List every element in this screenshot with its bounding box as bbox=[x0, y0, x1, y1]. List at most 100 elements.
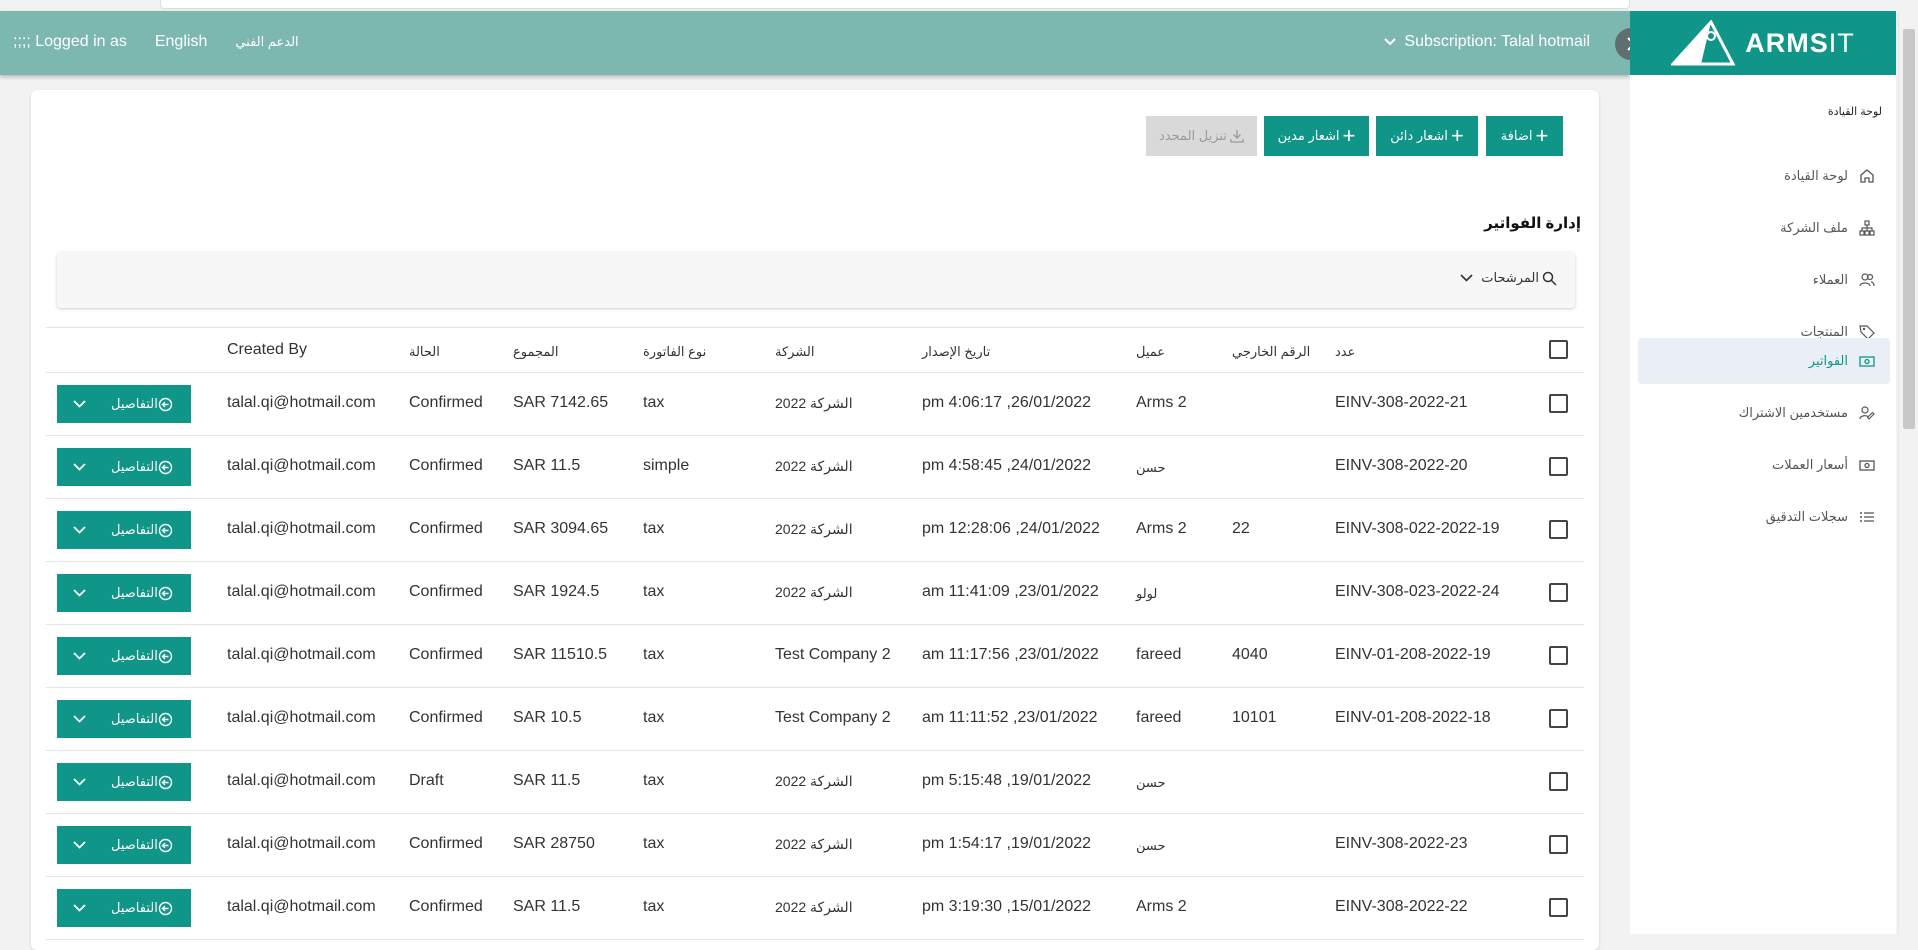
cell-issue-date: am 11:17:56 ,23/01/2022 bbox=[922, 646, 1099, 663]
arrow-circle-icon bbox=[158, 586, 173, 600]
details-button[interactable]: التفاصيل bbox=[57, 637, 191, 675]
details-button[interactable]: التفاصيل bbox=[57, 511, 191, 549]
cell-customer: Arms 2 bbox=[1136, 394, 1187, 411]
scrollbar-thumb[interactable] bbox=[1903, 29, 1915, 429]
subscription-label: Subscription: Talal hotmail bbox=[1404, 33, 1590, 50]
col-company[interactable]: الشركة bbox=[775, 344, 815, 360]
sidebar-item-label: لوحة القيادة bbox=[1784, 168, 1848, 183]
cell-issue-date: am 11:41:09 ,23/01/2022 bbox=[922, 583, 1099, 600]
col-external-no[interactable]: الرقم الخارجي bbox=[1232, 344, 1310, 360]
table-row: EINV-01-208-2022-18 10101 fareed am 11:11:5… bbox=[46, 688, 1584, 751]
col-issue-date[interactable]: تاريخ الإصدار bbox=[922, 344, 990, 360]
header-left: ;;;; Logged in as English الدعم الفني bbox=[13, 33, 327, 51]
cell-type: tax bbox=[643, 646, 665, 663]
sidebar-item-dashboard[interactable]: لوحة القيادة bbox=[1638, 153, 1890, 199]
col-created-by[interactable]: Created By bbox=[227, 341, 307, 359]
browser-strip bbox=[0, 0, 1918, 11]
sidebar-item-company[interactable]: ملف الشركة bbox=[1638, 205, 1890, 251]
details-label: التفاصيل bbox=[111, 774, 158, 789]
col-invoice-type[interactable]: نوع الفاتورة bbox=[643, 344, 706, 360]
row-checkbox[interactable] bbox=[1549, 394, 1568, 413]
row-checkbox[interactable] bbox=[1549, 835, 1568, 854]
cell-status: Confirmed bbox=[409, 646, 483, 663]
col-total[interactable]: المجموع bbox=[513, 344, 558, 360]
row-checkbox[interactable] bbox=[1549, 457, 1568, 476]
row-checkbox[interactable] bbox=[1549, 646, 1568, 665]
cell-customer: fareed bbox=[1136, 646, 1182, 663]
language-switch[interactable]: English bbox=[155, 33, 207, 51]
cell-number: EINV-308-022-2022-19 bbox=[1335, 520, 1500, 537]
cell-external-no: 10101 bbox=[1232, 709, 1277, 726]
cell-company: الشركة 2022 bbox=[775, 773, 853, 789]
arrow-circle-icon bbox=[158, 901, 173, 915]
chevron-down-icon[interactable] bbox=[57, 526, 101, 534]
debit-note-label: اشعار مدين bbox=[1277, 128, 1340, 143]
details-button[interactable]: التفاصيل bbox=[57, 574, 191, 612]
cell-status: Confirmed bbox=[409, 709, 483, 726]
table-row: EINV-01-208-2022-19 4040 fareed am 11:17:56… bbox=[46, 625, 1584, 688]
chevron-down-icon[interactable] bbox=[57, 715, 101, 723]
page-scrollbar[interactable] bbox=[1898, 11, 1918, 934]
chevron-down-icon[interactable] bbox=[57, 463, 101, 471]
cell-created-by: talal.qi@hotmail.com bbox=[227, 520, 376, 537]
debit-note-button[interactable]: اشعار مدين + bbox=[1264, 116, 1369, 156]
add-invoice-button[interactable]: اضافة + bbox=[1486, 116, 1563, 156]
brand-logo[interactable]: ARMSIT bbox=[1630, 11, 1896, 75]
details-button[interactable]: التفاصيل bbox=[57, 763, 191, 801]
select-all-checkbox[interactable] bbox=[1549, 340, 1568, 359]
cell-status: Confirmed bbox=[409, 835, 483, 852]
money-icon bbox=[1858, 456, 1876, 474]
cell-type: tax bbox=[643, 835, 665, 852]
chevron-down-icon[interactable] bbox=[57, 400, 101, 408]
cell-company: الشركة 2022 bbox=[775, 836, 853, 852]
col-status[interactable]: الحالة bbox=[409, 344, 440, 360]
details-button[interactable]: التفاصيل bbox=[57, 448, 191, 486]
cell-number: EINV-01-208-2022-19 bbox=[1335, 646, 1491, 663]
chevron-down-icon[interactable] bbox=[57, 841, 101, 849]
cell-issue-date: pm 5:15:48 ,19/01/2022 bbox=[922, 772, 1092, 789]
download-selected-button[interactable]: تنزيل المحدد bbox=[1146, 116, 1257, 156]
logged-in-label[interactable]: ;;;; Logged in as bbox=[13, 33, 127, 51]
col-customer[interactable]: عميل bbox=[1136, 344, 1165, 360]
arrow-circle-icon bbox=[158, 712, 173, 726]
chevron-down-icon[interactable] bbox=[57, 589, 101, 597]
sidebar-item-audit-logs[interactable]: سجلات التدقيق bbox=[1638, 494, 1890, 540]
subscription-dropdown[interactable]: Subscription: Talal hotmail bbox=[1384, 33, 1590, 51]
chevron-down-icon[interactable] bbox=[57, 778, 101, 786]
row-checkbox[interactable] bbox=[1549, 709, 1568, 728]
cell-created-by: talal.qi@hotmail.com bbox=[227, 457, 376, 474]
money-icon bbox=[1858, 352, 1876, 370]
credit-note-button[interactable]: اشعار دائن + bbox=[1376, 116, 1478, 156]
sidebar-item-label: العملاء bbox=[1812, 272, 1848, 287]
col-number[interactable]: عدد bbox=[1335, 344, 1355, 360]
sidebar-item-customers[interactable]: العملاء bbox=[1638, 257, 1890, 303]
details-button[interactable]: التفاصيل bbox=[57, 826, 191, 864]
cell-created-by: talal.qi@hotmail.com bbox=[227, 646, 376, 663]
filters-panel: المرشحات bbox=[57, 252, 1575, 308]
row-checkbox[interactable] bbox=[1549, 898, 1568, 917]
cell-external-no: 22 bbox=[1232, 520, 1250, 537]
details-label-wrap: التفاصيل bbox=[111, 585, 174, 601]
cell-total: SAR 11.5 bbox=[513, 457, 581, 474]
sidebar-item-label: سجلات التدقيق bbox=[1765, 509, 1848, 524]
cell-created-by: talal.qi@hotmail.com bbox=[227, 772, 376, 789]
details-label-wrap: التفاصيل bbox=[111, 837, 174, 853]
cell-number: EINV-308-2022-23 bbox=[1335, 835, 1468, 852]
row-checkbox[interactable] bbox=[1549, 520, 1568, 539]
cell-issue-date: am 11:11:52 ,23/01/2022 bbox=[922, 709, 1098, 726]
sidebar-item-currency-rates[interactable]: أسعار العملات bbox=[1638, 442, 1890, 488]
table-row: EINV-308-022-2022-19 22 Arms 2 pm 12:28:06 … bbox=[46, 499, 1584, 562]
support-link[interactable]: الدعم الفني bbox=[235, 34, 298, 50]
row-checkbox[interactable] bbox=[1549, 583, 1568, 602]
cell-number: EINV-308-023-2022-24 bbox=[1335, 583, 1500, 600]
details-button[interactable]: التفاصيل bbox=[57, 385, 191, 423]
sidebar-item-subscription-users[interactable]: مستخدمين الاشتراك bbox=[1638, 390, 1890, 436]
row-checkbox[interactable] bbox=[1549, 772, 1568, 791]
chevron-down-icon[interactable] bbox=[57, 652, 101, 660]
chevron-down-icon[interactable] bbox=[57, 904, 101, 912]
cell-issue-date: pm 3:19:30 ,15/01/2022 bbox=[922, 898, 1092, 915]
details-button[interactable]: التفاصيل bbox=[57, 700, 191, 738]
details-button[interactable]: التفاصيل bbox=[57, 889, 191, 927]
filters-toggle[interactable]: المرشحات bbox=[1460, 270, 1557, 286]
sidebar-item-invoices[interactable]: الفواتير bbox=[1638, 338, 1890, 384]
